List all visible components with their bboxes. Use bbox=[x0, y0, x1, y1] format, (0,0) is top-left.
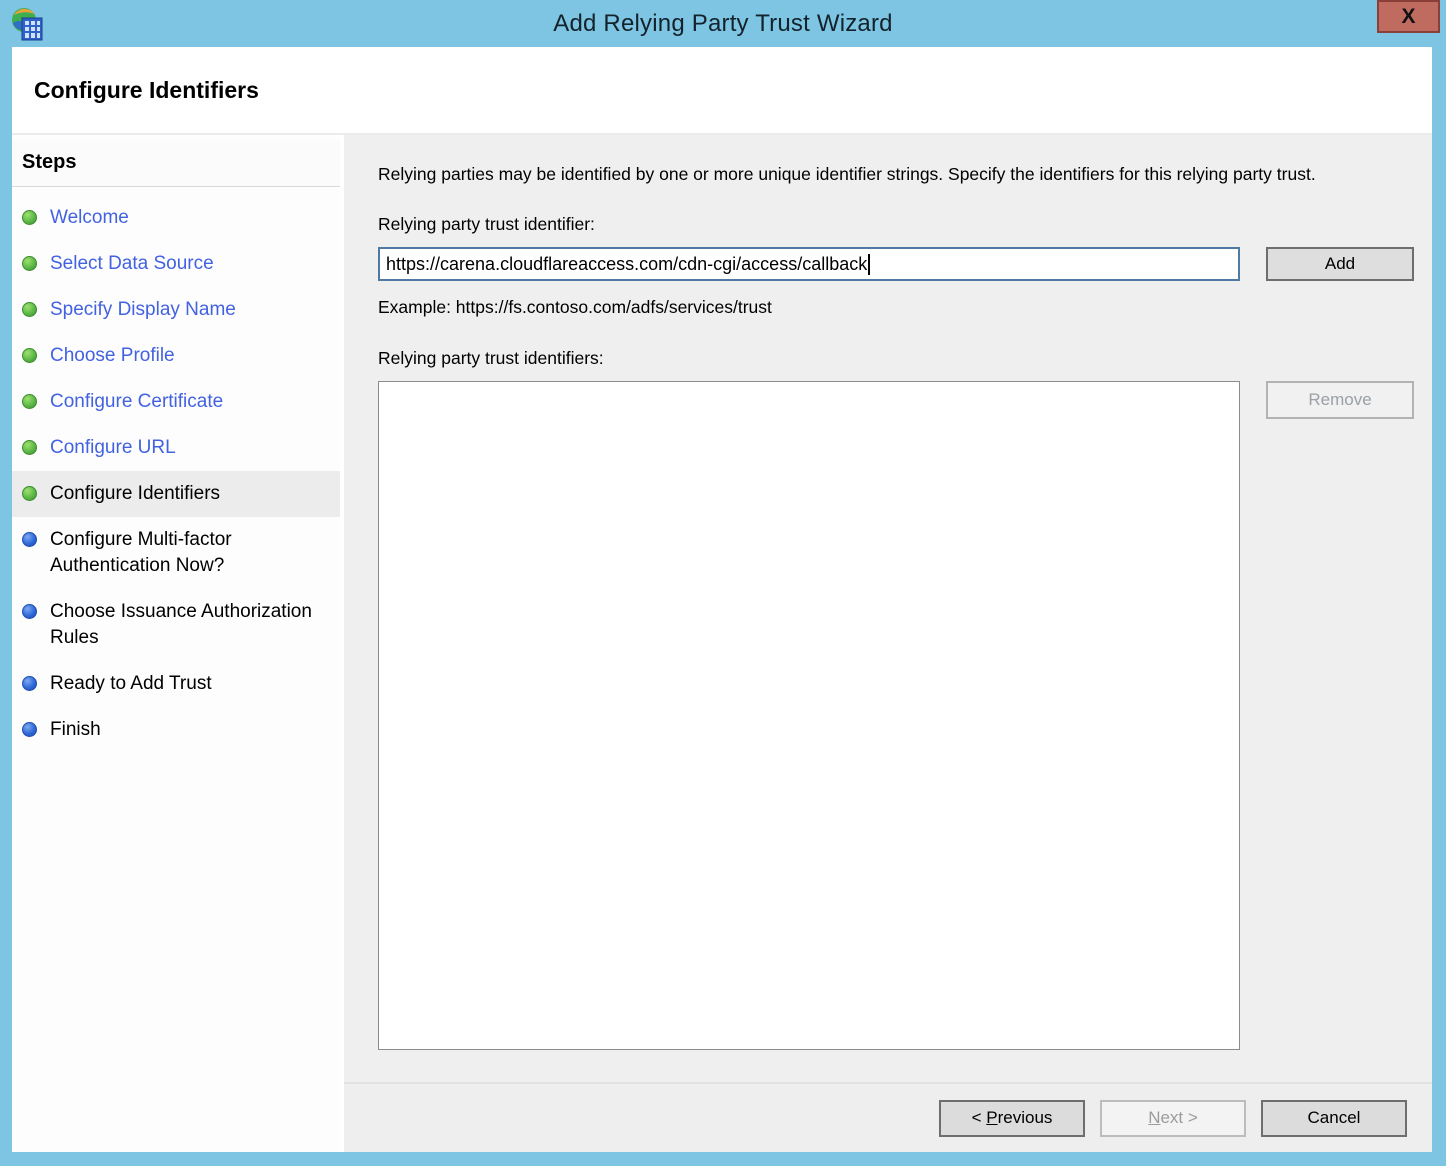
step-label: Configure Certificate bbox=[50, 391, 224, 412]
step-status-icon bbox=[22, 722, 37, 737]
sidebar-step-finish: Finish bbox=[12, 707, 340, 753]
sidebar-step-configure-multi-factor-authentication-now: Configure Multi-factor Authentication No… bbox=[12, 517, 340, 589]
wizard-window: Add Relying Party Trust Wizard X Configu… bbox=[0, 0, 1446, 1166]
identifier-input[interactable]: https://carena.cloudflareaccess.com/cdn-… bbox=[378, 247, 1240, 281]
steps-sidebar: Steps Welcome Select Data Source Specify D… bbox=[12, 135, 340, 1152]
step-label: Configure URL bbox=[50, 437, 176, 458]
step-label: Welcome bbox=[50, 207, 129, 228]
page-title: Configure Identifiers bbox=[34, 76, 259, 103]
step-status-icon bbox=[22, 604, 37, 619]
step-status-icon bbox=[22, 676, 37, 691]
step-label: Ready to Add Trust bbox=[50, 673, 212, 694]
step-label: Choose Issuance Authorization Rules bbox=[50, 601, 312, 648]
step-status-icon bbox=[22, 256, 37, 271]
example-text: Example: https://fs.contoso.com/adfs/ser… bbox=[378, 297, 772, 317]
step-status-icon bbox=[22, 440, 37, 455]
wizard-frame: Configure Identifiers Steps Welcome Selec… bbox=[12, 47, 1432, 1152]
sidebar-step-ready-to-add-trust: Ready to Add Trust bbox=[12, 661, 340, 707]
main-pane: Relying parties may be identified by one… bbox=[344, 135, 1432, 1152]
sidebar-step-choose-profile[interactable]: Choose Profile bbox=[12, 333, 340, 379]
step-status-icon bbox=[22, 210, 37, 225]
step-status-icon bbox=[22, 302, 37, 317]
window-title: Add Relying Party Trust Wizard bbox=[553, 9, 893, 37]
remove-button: Remove bbox=[1266, 381, 1414, 419]
identifier-input-row: https://carena.cloudflareaccess.com/cdn-… bbox=[378, 247, 1414, 281]
identifiers-list-row: Remove bbox=[378, 381, 1414, 1050]
sidebar-step-select-data-source[interactable]: Select Data Source bbox=[12, 241, 340, 287]
steps-heading: Steps bbox=[12, 141, 340, 187]
previous-label-accel: P bbox=[986, 1108, 998, 1127]
step-status-icon bbox=[22, 532, 37, 547]
sidebar-step-configure-certificate[interactable]: Configure Certificate bbox=[12, 379, 340, 425]
identifiers-listbox[interactable] bbox=[378, 381, 1240, 1050]
sidebar-step-welcome[interactable]: Welcome bbox=[12, 195, 340, 241]
steps-list: Welcome Select Data Source Specify Display… bbox=[12, 187, 340, 753]
cancel-button[interactable]: Cancel bbox=[1261, 1099, 1407, 1137]
step-label: Select Data Source bbox=[50, 253, 214, 274]
main-content: Relying parties may be identified by one… bbox=[344, 135, 1432, 1082]
sidebar-step-choose-issuance-authorization-rules: Choose Issuance Authorization Rules bbox=[12, 589, 340, 661]
sidebar-step-specify-display-name[interactable]: Specify Display Name bbox=[12, 287, 340, 333]
next-label-post: ext > bbox=[1160, 1108, 1198, 1127]
step-status-icon bbox=[22, 394, 37, 409]
next-label-accel: N bbox=[1148, 1108, 1161, 1127]
sidebar-step-configure-identifiers: Configure Identifiers bbox=[12, 471, 340, 517]
previous-label-pre: < bbox=[971, 1108, 987, 1127]
identifiers-list-label: Relying party trust identifiers: bbox=[378, 348, 604, 368]
identifier-input-value: https://carena.cloudflareaccess.com/cdn-… bbox=[386, 253, 868, 274]
previous-button[interactable]: < Previous bbox=[939, 1099, 1085, 1137]
titlebar: Add Relying Party Trust Wizard X bbox=[0, 0, 1446, 47]
previous-label-post: revious bbox=[997, 1108, 1053, 1127]
step-label: Choose Profile bbox=[50, 345, 175, 366]
step-label: Configure Multi-factor Authentication No… bbox=[50, 529, 232, 576]
next-button: Next > bbox=[1100, 1099, 1246, 1137]
step-label: Specify Display Name bbox=[50, 299, 236, 320]
identifier-field-label: Relying party trust identifier: bbox=[378, 214, 595, 234]
instruction-text: Relying parties may be identified by one… bbox=[378, 164, 1316, 184]
close-button[interactable]: X bbox=[1377, 0, 1440, 33]
step-label: Finish bbox=[50, 719, 101, 740]
sidebar-step-configure-url[interactable]: Configure URL bbox=[12, 425, 340, 471]
step-status-icon bbox=[22, 348, 37, 363]
page-header: Configure Identifiers bbox=[12, 47, 1432, 135]
text-cursor bbox=[868, 253, 871, 275]
step-label: Configure Identifiers bbox=[50, 483, 221, 504]
step-status-icon bbox=[22, 486, 37, 501]
footer-button-bar: < Previous Next > Cancel bbox=[344, 1082, 1432, 1152]
add-button[interactable]: Add bbox=[1266, 247, 1414, 281]
